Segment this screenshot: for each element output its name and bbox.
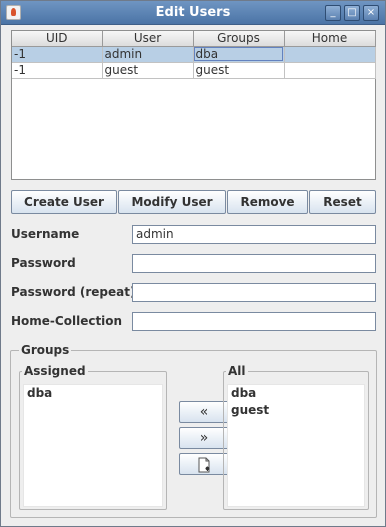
new-group-icon: [198, 457, 210, 473]
maximize-button[interactable]: □: [344, 5, 360, 21]
all-title: All: [226, 364, 248, 378]
table-row[interactable]: -1 admin dba: [12, 46, 376, 63]
table-row[interactable]: -1 guest guest: [12, 62, 376, 79]
list-item[interactable]: dba: [228, 385, 364, 402]
add-group-button[interactable]: «: [179, 401, 229, 423]
cell-home[interactable]: [284, 46, 376, 63]
create-user-button[interactable]: Create User: [11, 190, 117, 214]
groups-title: Groups: [19, 343, 72, 357]
edit-users-window: Edit Users _ □ × UID User Groups Home -1…: [0, 0, 386, 527]
password-field[interactable]: [132, 254, 376, 273]
remove-button[interactable]: Remove: [227, 190, 308, 214]
assigned-groups-list[interactable]: dba: [23, 384, 163, 507]
remove-group-button[interactable]: »: [179, 427, 229, 449]
cell-user[interactable]: guest: [102, 62, 194, 79]
column-header-groups[interactable]: Groups: [193, 31, 285, 47]
modify-user-button[interactable]: Modify User: [118, 190, 226, 214]
new-group-button[interactable]: [179, 453, 229, 475]
password-label: Password: [11, 256, 76, 270]
password-repeat-field[interactable]: [132, 283, 376, 302]
title-bar[interactable]: Edit Users _ □ ×: [1, 1, 385, 25]
groups-panel: Groups Assigned dba « » All dba guest: [10, 343, 377, 518]
close-button[interactable]: ×: [363, 5, 379, 21]
assigned-groups-panel: Assigned dba: [19, 364, 167, 510]
username-field[interactable]: admin: [132, 225, 376, 244]
users-table[interactable]: UID User Groups Home -1 admin dba -1 gue…: [11, 30, 376, 180]
all-groups-list[interactable]: dba guest: [227, 384, 365, 507]
all-groups-panel: All dba guest: [223, 364, 369, 510]
column-header-uid[interactable]: UID: [12, 31, 103, 47]
list-item[interactable]: dba: [24, 385, 162, 402]
username-label: Username: [11, 227, 80, 241]
cell-groups[interactable]: guest: [193, 62, 285, 79]
cell-uid[interactable]: -1: [12, 46, 103, 63]
column-header-home[interactable]: Home: [284, 31, 376, 47]
password-repeat-label: Password (repeat): [11, 285, 136, 299]
cell-groups[interactable]: dba: [193, 46, 285, 63]
cell-home[interactable]: [284, 62, 376, 79]
column-header-user[interactable]: User: [102, 31, 194, 47]
cell-uid[interactable]: -1: [12, 62, 103, 79]
list-item[interactable]: guest: [228, 402, 364, 419]
home-collection-field[interactable]: [132, 312, 376, 331]
minimize-button[interactable]: _: [325, 5, 341, 21]
home-collection-label: Home-Collection: [11, 314, 123, 328]
cell-user[interactable]: admin: [102, 46, 194, 63]
reset-button[interactable]: Reset: [309, 190, 376, 214]
assigned-title: Assigned: [22, 364, 88, 378]
